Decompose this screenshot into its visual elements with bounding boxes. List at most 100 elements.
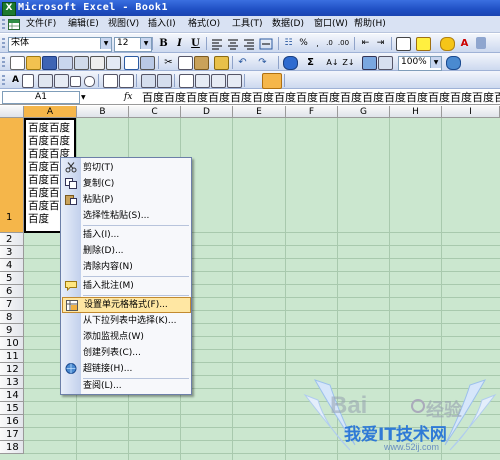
row-header-15[interactable]: 15	[0, 402, 24, 415]
menu-item-paste[interactable]: 粘贴(P)	[62, 192, 191, 208]
decrease-indent-icon[interactable]: ⇤	[359, 37, 372, 50]
hyperlink-toolbar-icon[interactable]	[283, 56, 298, 70]
column-header-g[interactable]: G	[338, 106, 390, 118]
column-header-h[interactable]: H	[390, 106, 442, 118]
fill-color-icon[interactable]	[416, 37, 431, 51]
font-size-select[interactable]: 12 ▼	[114, 37, 152, 52]
menu-item-insert[interactable]: 插入(I)...	[62, 227, 191, 243]
row-header-17[interactable]: 17	[0, 428, 24, 441]
menu-item-create-list[interactable]: 创建列表(C)...	[62, 345, 191, 361]
row-header-14[interactable]: 14	[0, 389, 24, 402]
row-header-10[interactable]: 10	[0, 337, 24, 350]
column-header-f[interactable]: F	[286, 106, 338, 118]
new-icon[interactable]	[10, 56, 25, 70]
menu-item-delete[interactable]: 删除(D)...	[62, 243, 191, 259]
row-header-3[interactable]: 3	[0, 246, 24, 259]
name-box[interactable]: A1	[2, 91, 80, 104]
underline-button[interactable]: U	[189, 37, 202, 50]
font-name-select[interactable]: 宋体 ▼	[8, 37, 112, 52]
column-header-d[interactable]: D	[181, 106, 233, 118]
combobox-control-icon[interactable]	[119, 74, 134, 88]
menu-file[interactable]: 文件(F)	[26, 18, 56, 31]
groupbox-icon[interactable]	[38, 74, 53, 88]
listbox-control-icon[interactable]	[103, 74, 118, 88]
menu-item-pick-from-list[interactable]: 从下拉列表中选择(K)...	[62, 313, 191, 329]
row-header-1[interactable]: 1	[0, 118, 24, 233]
permission-icon[interactable]	[58, 56, 73, 70]
menu-item-add-watch[interactable]: 添加监视点(W)	[62, 329, 191, 345]
align-buttons[interactable]	[211, 38, 273, 50]
menu-grip-icon[interactable]	[2, 19, 5, 30]
decrease-decimal-icon[interactable]: .00	[337, 37, 350, 50]
row-header-2[interactable]: 2	[0, 233, 24, 246]
toolbar-grip-icon[interactable]	[2, 38, 5, 49]
menu-item-cut[interactable]: 剪切(T)	[62, 160, 191, 176]
toggle-grid-icon[interactable]	[211, 74, 226, 88]
row-header-8[interactable]: 8	[0, 311, 24, 324]
cut-icon[interactable]: ✂	[162, 56, 175, 69]
menu-item-insert-comment[interactable]: 插入批注(M)	[62, 278, 191, 294]
print-icon[interactable]	[90, 56, 105, 70]
spinner-control-icon[interactable]	[157, 74, 172, 88]
run-dialog-icon[interactable]	[227, 74, 242, 88]
menu-item-copy[interactable]: 复制(C)	[62, 176, 191, 192]
properties-icon[interactable]	[179, 74, 194, 88]
redo-icon[interactable]: ↷	[256, 56, 269, 69]
menu-item-hyperlink[interactable]: 超链接(H)...	[62, 361, 191, 377]
menu-format[interactable]: 格式(O)	[188, 18, 220, 31]
print-preview-icon[interactable]	[106, 56, 121, 70]
textbox-control-icon[interactable]	[22, 74, 34, 88]
sort-ascending-icon[interactable]: A↓	[326, 56, 339, 69]
undo-icon[interactable]: ↶	[236, 56, 249, 69]
edit-code-icon[interactable]	[195, 74, 210, 88]
row-header-4[interactable]: 4	[0, 259, 24, 272]
menu-item-format-cells[interactable]: 设置单元格格式(F)...	[62, 297, 191, 313]
select-all-corner[interactable]	[0, 106, 24, 118]
row-header-7[interactable]: 7	[0, 298, 24, 311]
percent-icon[interactable]: %	[297, 37, 310, 50]
label-control-icon[interactable]: A	[9, 74, 22, 87]
row-header-18[interactable]: 18	[0, 441, 24, 454]
borders-icon[interactable]	[396, 37, 411, 51]
chevron-down-icon[interactable]: ▼	[140, 38, 151, 49]
row-header-12[interactable]: 12	[0, 363, 24, 376]
copy-icon[interactable]	[178, 56, 193, 70]
menu-edit[interactable]: 编辑(E)	[68, 18, 99, 31]
chevron-down-icon[interactable]: ▼	[430, 57, 441, 68]
menu-help[interactable]: 帮助(H)	[354, 18, 386, 31]
menu-view[interactable]: 视图(V)	[108, 18, 139, 31]
column-header-c[interactable]: C	[129, 106, 181, 118]
spelling-icon[interactable]	[124, 56, 139, 70]
chart-wizard-icon[interactable]	[362, 56, 377, 70]
menu-item-paste-special[interactable]: 选择性粘贴(S)...	[62, 208, 191, 224]
sort-descending-icon[interactable]: Z↓	[342, 56, 355, 69]
column-header-b[interactable]: B	[77, 106, 129, 118]
bold-button[interactable]: B	[157, 37, 170, 50]
row-header-11[interactable]: 11	[0, 350, 24, 363]
save-icon[interactable]	[42, 56, 57, 70]
format-painter-icon[interactable]	[214, 56, 229, 70]
drawing-icon[interactable]	[378, 56, 393, 70]
open-icon[interactable]	[26, 56, 41, 70]
workbook-icon[interactable]	[8, 19, 20, 30]
row-header-13[interactable]: 13	[0, 376, 24, 389]
row-header-16[interactable]: 16	[0, 415, 24, 428]
italic-button[interactable]: I	[173, 37, 186, 50]
menu-data[interactable]: 数据(D)	[272, 18, 304, 31]
toolbar-grip-icon[interactable]	[2, 75, 5, 86]
font-color-icon[interactable]	[440, 37, 455, 51]
toolbar-grip-icon[interactable]	[2, 57, 5, 68]
row-header-6[interactable]: 6	[0, 285, 24, 298]
radio-control-icon[interactable]	[84, 76, 95, 87]
increase-indent-icon[interactable]: ⇥	[374, 37, 387, 50]
row-header-5[interactable]: 5	[0, 272, 24, 285]
increase-decimal-icon[interactable]: .0	[323, 37, 336, 50]
checkbox-control-icon[interactable]	[70, 76, 81, 87]
row-header-9[interactable]: 9	[0, 324, 24, 337]
column-header-e[interactable]: E	[233, 106, 286, 118]
menu-window[interactable]: 窗口(W)	[314, 18, 348, 31]
chevron-down-icon[interactable]: ▼	[100, 38, 111, 49]
toolbar-options-icon[interactable]	[476, 37, 486, 49]
font-color-a-icon[interactable]: A	[458, 37, 471, 50]
menu-tools[interactable]: 工具(T)	[232, 18, 263, 31]
